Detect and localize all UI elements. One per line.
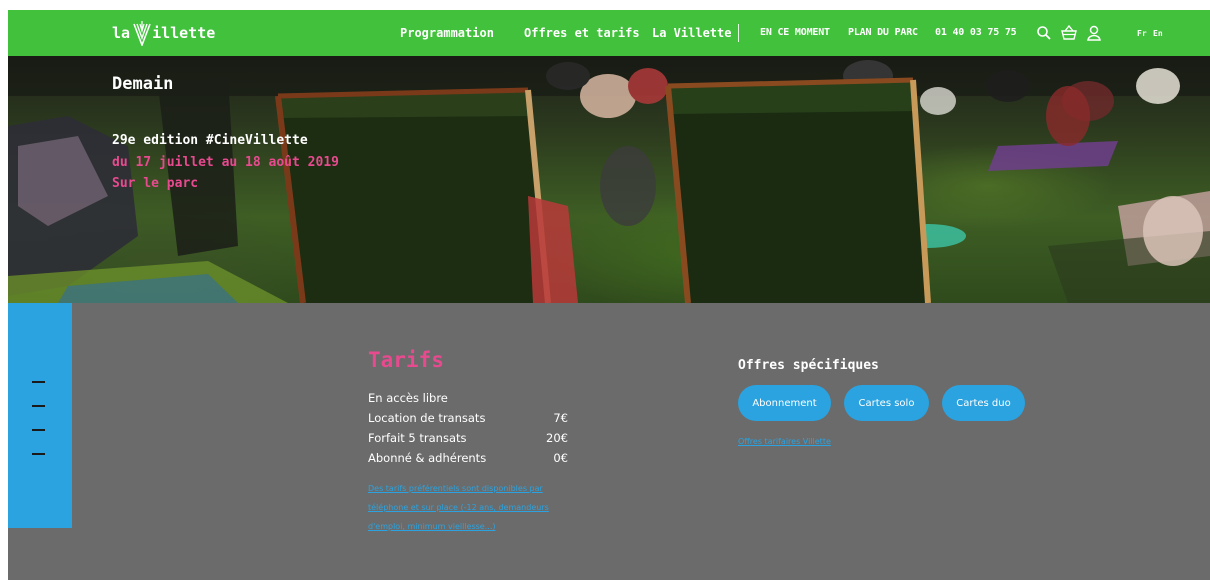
user-icon[interactable] xyxy=(1086,24,1104,42)
top-navbar: la illette Programmation Offres et tarif… xyxy=(8,10,1210,56)
search-icon[interactable] xyxy=(1035,24,1053,42)
tarifs-preferential-note-link[interactable]: Des tarifs préférentiels sont disponible… xyxy=(368,479,578,536)
tarif-price: 0€ xyxy=(553,451,568,465)
hero-title: Demain xyxy=(112,74,174,94)
menu-dash-icon[interactable] xyxy=(32,405,45,407)
tarif-price: 7€ xyxy=(553,411,568,425)
lang-en[interactable]: En xyxy=(1153,29,1163,38)
cartes-solo-button[interactable]: Cartes solo xyxy=(844,385,929,421)
logo-prefix: la xyxy=(112,24,131,42)
cartes-duo-button[interactable]: Cartes duo xyxy=(942,385,1025,421)
nav-plan-du-parc[interactable]: PLAN DU PARC xyxy=(848,27,918,38)
hero-edition: 29e edition #CineVillette xyxy=(112,133,308,148)
tarif-price: 20€ xyxy=(546,431,568,445)
offres-heading: Offres spécifiques xyxy=(738,358,879,373)
menu-dash-icon[interactable] xyxy=(32,381,45,383)
logo-v-mark-icon xyxy=(133,21,151,46)
basket-icon[interactable] xyxy=(1060,24,1078,42)
logo-suffix: illette xyxy=(152,24,216,42)
nav-separator xyxy=(738,24,739,42)
nav-en-ce-moment[interactable]: EN CE MOMENT xyxy=(760,27,830,38)
tarif-label: Location de transats xyxy=(368,411,486,425)
abonnement-button[interactable]: Abonnement xyxy=(738,385,831,421)
nav-phone-number[interactable]: 01 40 03 75 75 xyxy=(935,27,1017,38)
nav-la-villette[interactable]: La Villette xyxy=(652,26,731,40)
menu-dash-icon[interactable] xyxy=(32,453,45,455)
nav-programmation[interactable]: Programmation xyxy=(400,26,494,40)
side-nav-panel xyxy=(8,303,72,528)
tarif-label: Forfait 5 transats xyxy=(368,431,467,445)
tarifs-heading: Tarifs xyxy=(368,348,444,372)
hero-place: Sur le parc xyxy=(112,176,199,191)
tarif-label: En accès libre xyxy=(368,391,448,405)
lang-fr[interactable]: Fr xyxy=(1137,29,1147,38)
nav-offres-et-tarifs[interactable]: Offres et tarifs xyxy=(524,26,640,40)
tarif-label: Abonné & adhérents xyxy=(368,451,487,465)
hero-dates: du 17 juillet au 18 août 2019 xyxy=(112,155,339,170)
offres-tarifaires-link[interactable]: Offres tarifaires Villette xyxy=(738,437,831,446)
hero-banner: Demain 29e edition #CineVillette du 17 j… xyxy=(8,56,1210,303)
la-villette-logo[interactable]: la illette xyxy=(112,18,215,48)
page: la illette Programmation Offres et tarif… xyxy=(8,10,1210,580)
menu-dash-icon[interactable] xyxy=(32,429,45,431)
